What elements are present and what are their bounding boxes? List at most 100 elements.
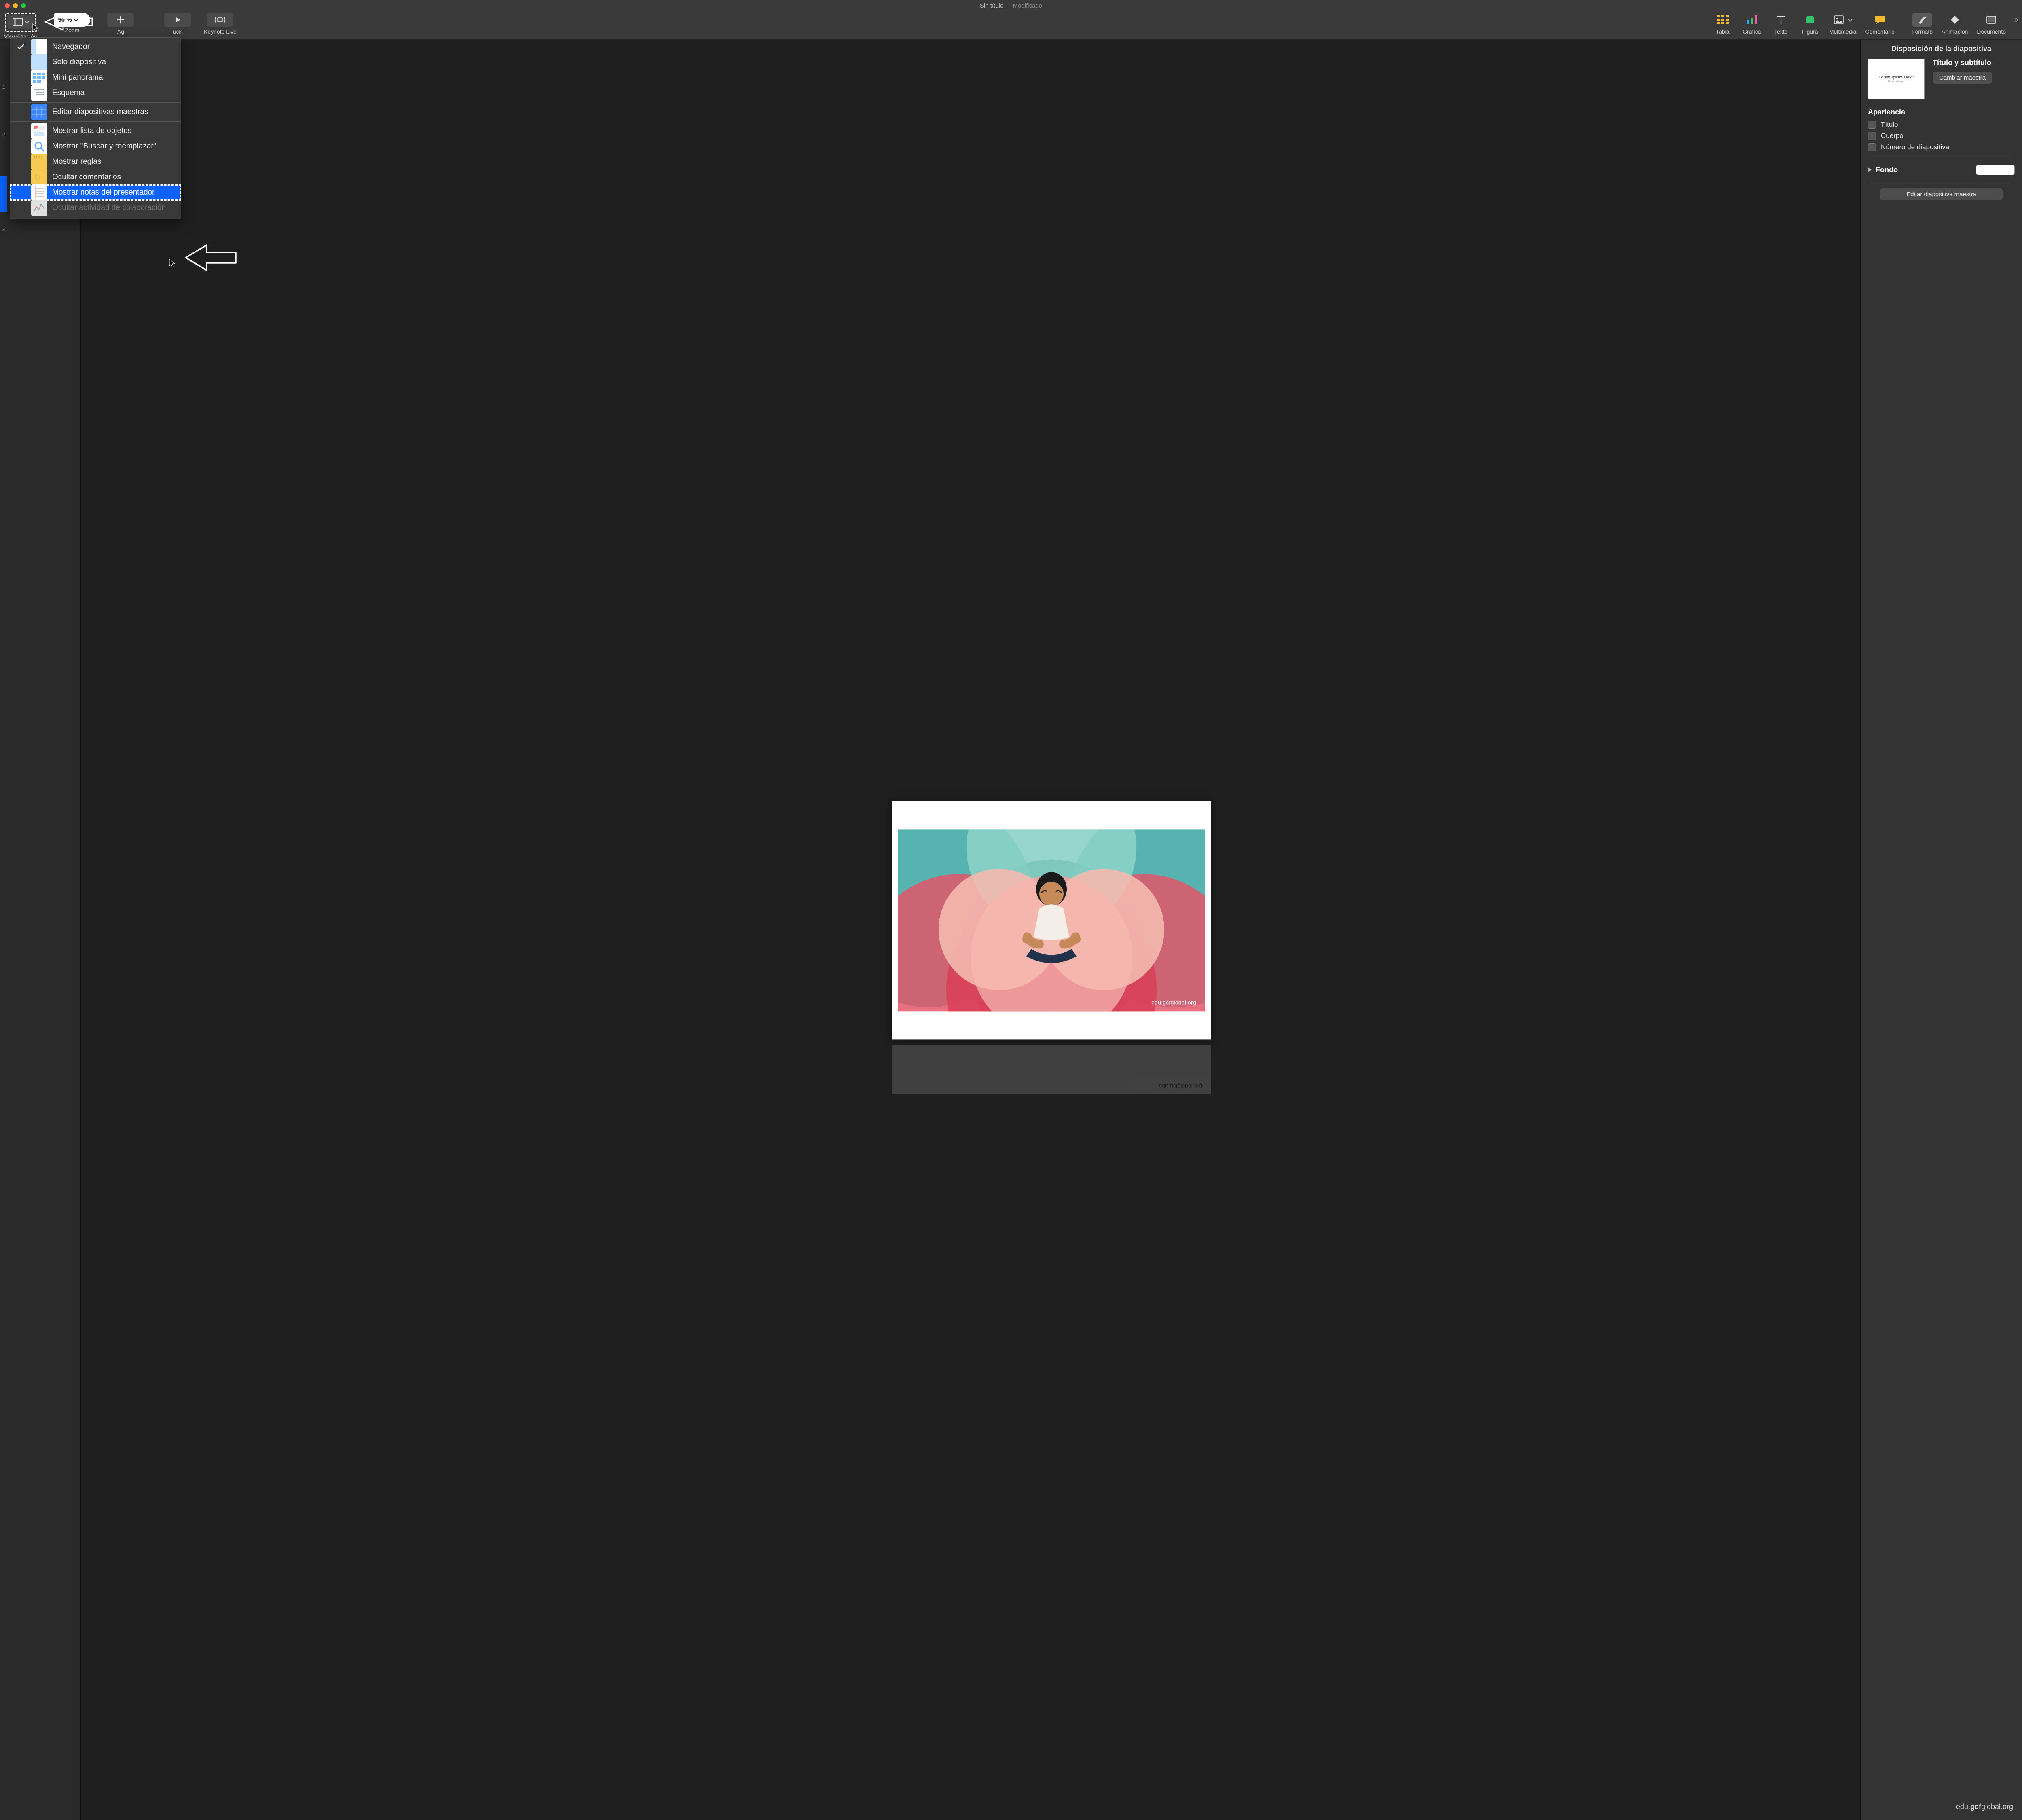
change-master-button[interactable]: Cambiar maestra [1933,72,1992,84]
navigator-view-icon [31,39,47,55]
checkbox-titulo-row[interactable]: Título [1868,121,2015,129]
toolbar-overflow[interactable]: » [2012,13,2020,27]
menu-mostrar-reglas[interactable]: Mostrar reglas [10,154,181,169]
slide-canvas[interactable]: edu.gcfglobal.org edu.gcfglobal.org [81,40,2022,1820]
presenter-notes-icon [31,184,47,201]
animate-icon [1950,15,1959,24]
toolbar-figura-label: Figura [1802,28,1818,35]
menu-navegador[interactable]: Navegador [10,39,181,55]
view-button[interactable] [7,15,34,29]
checkmark-icon [17,44,24,49]
checkbox-cuerpo-row[interactable]: Cuerpo [1868,132,2015,140]
slide-watermark: edu.gcfglobal.org [1151,999,1196,1005]
comment-icon [1875,15,1885,24]
toolbar-keynote-live[interactable]: Keynote Live [201,13,239,35]
menu-separator [10,102,181,103]
checkbox-numero-row[interactable]: Número de diapositiva [1868,143,2015,151]
zoom-button[interactable]: 50 % [54,13,90,27]
chevron-down-icon [74,17,78,21]
toolbar-play-label: ucir [173,28,182,35]
appearance-heading: Apariencia [1868,108,2015,116]
toolbar-documento-label: Documento [1977,28,2006,35]
slide[interactable]: edu.gcfglobal.org [892,801,1211,1039]
toolbar-formato[interactable]: Formato [1909,13,1935,35]
menu-editar-maestras[interactable]: Editar diapositivas maestras [10,104,181,120]
toolbar-keynote-live-label: Keynote Live [204,28,237,35]
footer-rest: global.org [1981,1803,2013,1811]
menu-lista-objetos[interactable]: Aa Mostrar lista de objetos [10,123,181,139]
fullscreen-window-icon[interactable] [21,3,26,8]
footer-link: edu.gcfglobal.org [1956,1803,2013,1811]
slide-navigator[interactable]: 1 2 3 4 [0,40,81,1820]
menu-esquema[interactable]: Esquema [10,85,181,101]
menu-colab-label: Ocultar actividad de colaboración [52,203,166,212]
toolbar-multimedia[interactable]: Multimedia [1827,13,1859,35]
toolbar-animacion[interactable]: Animación [1939,13,1970,35]
chevron-down-icon [25,19,29,23]
toolbar-play[interactable]: ucir [162,13,193,35]
chevron-down-icon [1848,17,1852,21]
thumb-number-1: 1 [2,84,5,90]
toolbar-texto[interactable]: Texto [1768,13,1794,35]
slide-reflection: edu.gcfglobal.org [892,1045,1211,1094]
menu-separator [10,121,181,122]
add-slide-button[interactable] [107,13,134,27]
menu-solo-diapositiva[interactable]: Sólo diapositiva [10,55,181,70]
window-title-modified: Modificado [1013,2,1043,9]
checkbox-cuerpo-label: Cuerpo [1881,132,1904,140]
edit-master-slide-button[interactable]: Editar diapositiva maestra [1880,188,2003,200]
table-icon [1717,15,1729,24]
checkbox-cuerpo[interactable] [1868,132,1876,140]
menu-mini-panorama[interactable]: Mini panorama [10,70,181,85]
toolbar-grafica-label: Gráfica [1743,28,1761,35]
menu-buscar-reemplazar[interactable]: Mostrar "Buscar y reemplazar" [10,139,181,154]
play-button[interactable] [164,13,191,27]
checkbox-titulo[interactable] [1868,121,1876,129]
toolbar-figura[interactable]: Figura [1798,13,1823,35]
cursor-pointer [169,259,176,268]
menu-editar-maestras-label: Editar diapositivas maestras [52,108,148,116]
play-icon [174,16,181,23]
master-thumbnail[interactable]: Lorem Ipsum Dolor Donec quis nunc [1868,59,1925,99]
minimize-window-icon[interactable] [13,3,18,8]
toolbar-texto-label: Texto [1774,28,1787,35]
plus-icon [116,16,125,24]
close-window-icon[interactable] [5,3,10,8]
toolbar-grafica[interactable]: Gráfica [1739,13,1764,35]
toolbar-comentario[interactable]: Comentario [1863,13,1897,35]
menu-notas-label: Mostrar notas del presentador [52,188,154,197]
checkbox-numero[interactable] [1868,143,1876,151]
collaboration-icon [31,200,47,216]
toolbar-add-slide[interactable]: Ag [105,13,136,40]
checkbox-titulo-label: Título [1881,121,1898,129]
view-dropdown[interactable]: Navegador Sólo diapositiva Mini panorama… [10,37,181,219]
search-icon [31,138,47,154]
toolbar-tabla[interactable]: Tabla [1710,13,1735,35]
menu-notas-presentador[interactable]: Mostrar notas del presentador [10,185,181,200]
disclosure-triangle-icon[interactable] [1868,167,1872,172]
keynote-live-button[interactable] [207,13,233,27]
menu-ocultar-comentarios[interactable]: Ocultar comentarios [10,169,181,185]
menu-mini-label: Mini panorama [52,73,103,82]
svg-text:Aa: Aa [35,127,38,130]
checkbox-numero-label: Número de diapositiva [1881,143,1949,151]
format-icon [1918,15,1927,24]
toolbar-zoom-label: Zoom [65,27,80,33]
media-icon [1834,15,1846,24]
footer-prefix: edu. [1956,1803,1970,1811]
cursor-pointer [32,23,39,32]
edit-master-slide-label: Editar diapositiva maestra [1906,191,1976,198]
broadcast-icon [213,16,227,23]
background-color-swatch[interactable] [1976,165,2015,175]
shape-icon [1806,15,1815,24]
document-icon [1986,15,1997,24]
text-icon [1777,15,1785,24]
chevron-right-icon: » [2014,15,2018,25]
titlebar: Sin título — Modificado [0,0,2022,11]
toolbar-zoom[interactable]: 50 % Zoom [51,13,93,40]
menu-navegador-label: Navegador [52,42,90,51]
view-mode-icon [13,18,23,26]
master-thumb-title: Lorem Ipsum Dolor [1878,75,1914,80]
outline-icon [31,85,47,101]
toolbar-documento[interactable]: Documento [1974,13,2008,35]
